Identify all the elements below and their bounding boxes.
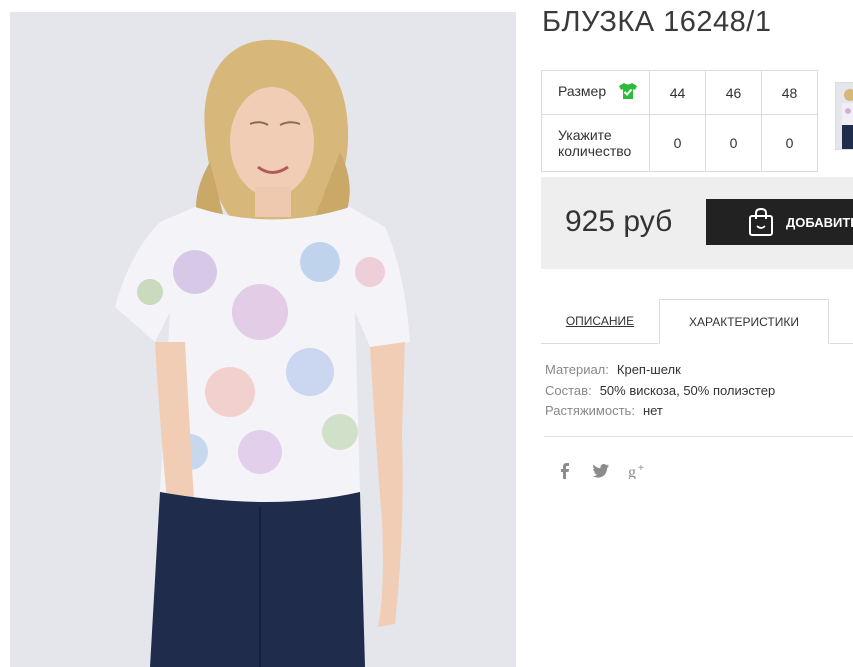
size-quantity-table: Размер 44 46 48 Укажите количество 0 0 0 bbox=[541, 70, 818, 172]
add-to-cart-label: ДОБАВИТЬ bbox=[786, 214, 853, 230]
specs-list: Материал: Креп-шелк Состав: 50% вискоза, 5… bbox=[545, 360, 775, 422]
tab-description[interactable]: ОПИСАНИЕ bbox=[541, 299, 659, 343]
quantity-label-line1: Укажите bbox=[558, 127, 612, 143]
svg-text:+: + bbox=[638, 463, 644, 474]
tshirt-check-icon bbox=[618, 82, 638, 103]
spec-row: Растяжимость: нет bbox=[545, 401, 775, 422]
size-46[interactable]: 46 bbox=[705, 70, 762, 115]
twitter-icon[interactable] bbox=[590, 460, 612, 482]
quantity-input-48[interactable]: 0 bbox=[761, 114, 818, 172]
facebook-icon[interactable] bbox=[554, 460, 576, 482]
product-image[interactable] bbox=[10, 12, 516, 667]
svg-text:g: g bbox=[628, 464, 636, 479]
size-44[interactable]: 44 bbox=[649, 70, 706, 115]
size-label-cell: Размер bbox=[541, 70, 650, 115]
spec-row: Материал: Креп-шелк bbox=[545, 360, 775, 381]
quantity-input-44[interactable]: 0 bbox=[649, 114, 706, 172]
quantity-input-46[interactable]: 0 bbox=[705, 114, 762, 172]
product-title: БЛУЗКА 16248/1 bbox=[542, 6, 772, 38]
google-plus-icon[interactable]: g + bbox=[628, 460, 650, 482]
spec-value: 50% вискоза, 50% полиэстер bbox=[599, 382, 776, 398]
spec-row: Состав: 50% вискоза, 50% полиэстер bbox=[545, 381, 775, 402]
price: 925 руб bbox=[565, 205, 673, 238]
shopping-bag-icon bbox=[748, 207, 774, 237]
add-to-cart-button[interactable]: ДОБАВИТЬ bbox=[706, 199, 853, 245]
spec-key: Состав: bbox=[545, 382, 592, 398]
divider bbox=[544, 436, 853, 437]
spec-value: Креп-шелк bbox=[616, 362, 681, 377]
tab-characteristics[interactable]: ХАРАКТЕРИСТИКИ bbox=[659, 299, 829, 344]
product-thumbnail[interactable] bbox=[835, 82, 853, 150]
quantity-label-line2: количество bbox=[558, 143, 632, 159]
size-label: Размер bbox=[558, 83, 607, 100]
price-box: 925 руб ДОБАВИТЬ bbox=[541, 177, 853, 269]
spec-key: Растяжимость: bbox=[545, 403, 635, 418]
spec-key: Материал: bbox=[545, 362, 609, 377]
quantity-label-cell: Укажите количество bbox=[541, 114, 650, 172]
spec-value: нет bbox=[642, 403, 663, 418]
size-48[interactable]: 48 bbox=[761, 70, 818, 115]
product-tabs: ОПИСАНИЕ ХАРАКТЕРИСТИКИ bbox=[541, 299, 853, 344]
